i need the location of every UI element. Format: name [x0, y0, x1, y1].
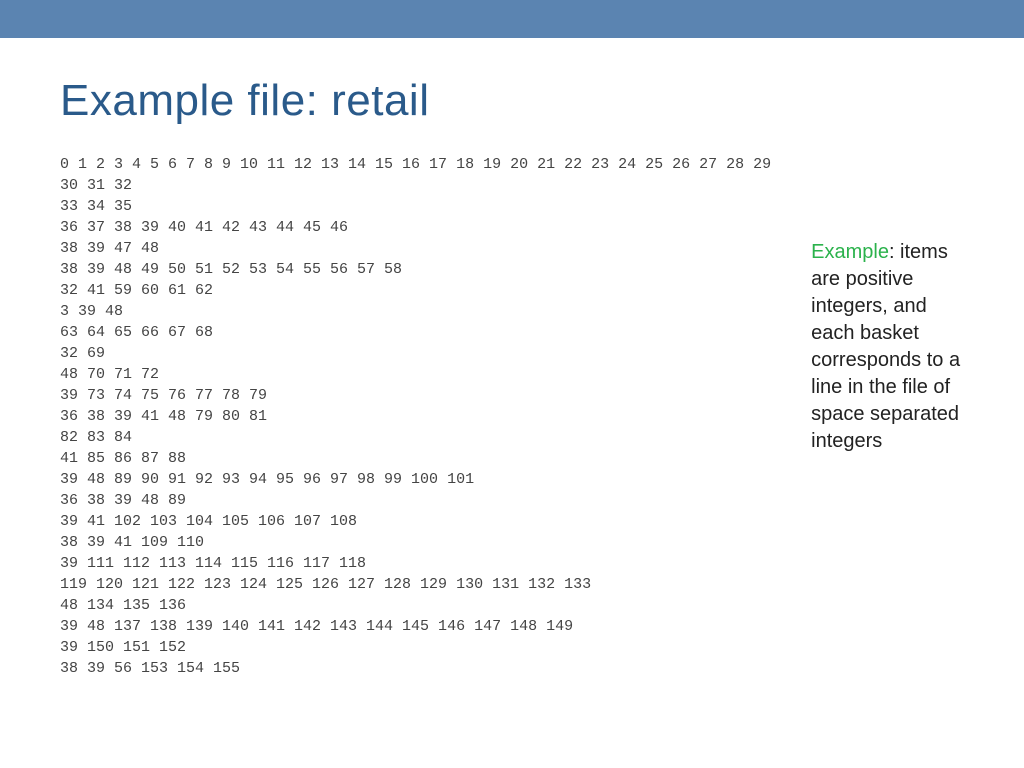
slide-body: Example file: retail 0 1 2 3 4 5 6 7 8 9… [0, 76, 1024, 679]
note-highlight: Example [811, 241, 889, 263]
file-content: 0 1 2 3 4 5 6 7 8 9 10 11 12 13 14 15 16… [60, 154, 771, 679]
note-rest: : items are positive integers, and each … [811, 241, 960, 452]
explanation-note: Example: items are positive integers, an… [811, 239, 964, 455]
content-row: 0 1 2 3 4 5 6 7 8 9 10 11 12 13 14 15 16… [60, 154, 964, 679]
header-bar [0, 0, 1024, 38]
slide-title: Example file: retail [60, 76, 964, 126]
